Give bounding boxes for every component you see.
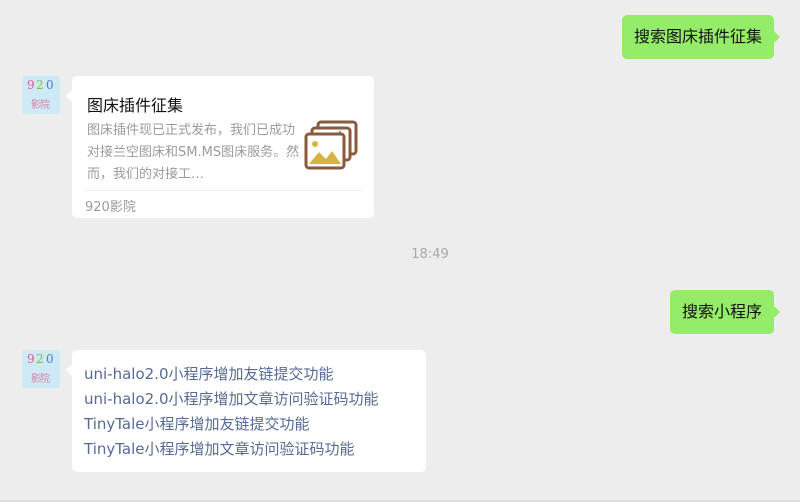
timestamp: 18:49 <box>411 247 449 262</box>
outgoing-message-bubble[interactable]: 搜索图床插件征集 <box>621 15 781 59</box>
avatar-digit: 2 <box>36 352 44 366</box>
card-divider <box>84 190 362 191</box>
message-text: 搜索图床插件征集 <box>633 27 762 46</box>
image-gallery-icon <box>304 120 358 170</box>
avatar-digit: 9 <box>27 352 35 366</box>
avatar[interactable]: 9 2 0 影院 <box>22 350 60 388</box>
link-item[interactable]: TinyTale小程序增加友链提交功能 <box>84 412 379 437</box>
avatar-label: 影院 <box>31 374 50 385</box>
card-title: 图床插件征集 <box>87 96 184 115</box>
links-message-bubble: uni-halo2.0小程序增加友链提交功能 uni-halo2.0小程序增加文… <box>66 350 426 472</box>
avatar[interactable]: 9 2 0 影院 <box>22 76 60 114</box>
article-card[interactable]: 图床插件征集 图床插件现已正式发布，我们已成功对接兰空图床和SM.MS图床服务。… <box>66 76 374 218</box>
card-source: 920影院 <box>85 200 136 215</box>
avatar-digit: 9 <box>27 78 35 92</box>
link-item[interactable]: TinyTale小程序增加文章访问验证码功能 <box>84 437 379 462</box>
avatar-digit: 2 <box>36 78 44 92</box>
outgoing-message-bubble[interactable]: 搜索小程序 <box>669 290 781 334</box>
message-text: 搜索小程序 <box>681 302 762 321</box>
avatar-digit: 0 <box>46 352 54 366</box>
link-item[interactable]: uni-halo2.0小程序增加友链提交功能 <box>84 362 379 387</box>
avatar-label: 影院 <box>31 100 50 111</box>
card-description: 图床插件现已正式发布，我们已成功对接兰空图床和SM.MS图床服务。然而，我们的对… <box>87 123 300 182</box>
link-item[interactable]: uni-halo2.0小程序增加文章访问验证码功能 <box>84 387 379 412</box>
avatar-digit: 0 <box>46 78 54 92</box>
